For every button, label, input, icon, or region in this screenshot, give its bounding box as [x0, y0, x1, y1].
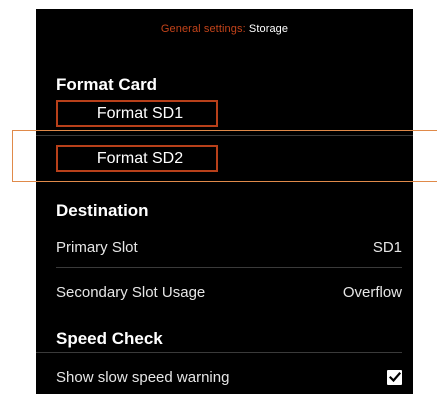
format-sd2-button[interactable]: Format SD2	[56, 145, 218, 172]
divider	[36, 135, 413, 136]
format-sd1-button[interactable]: Format SD1	[56, 100, 218, 127]
secondary-slot-usage-row[interactable]: Secondary Slot Usage Overflow	[56, 282, 402, 302]
slow-speed-warning-checkbox[interactable]	[387, 369, 402, 385]
secondary-slot-usage-value: Overflow	[342, 283, 402, 301]
breadcrumb: General settings: Storage	[36, 23, 413, 35]
primary-slot-value: SD1	[372, 238, 402, 256]
storage-settings-panel: General settings: Storage Format Card Fo…	[36, 9, 413, 394]
section-title-format-card: Format Card	[56, 75, 158, 94]
secondary-slot-usage-label: Secondary Slot Usage	[56, 283, 206, 301]
divider	[36, 352, 402, 353]
checkmark-icon	[388, 371, 401, 383]
slow-speed-warning-label: Show slow speed warning	[56, 368, 230, 386]
slow-speed-warning-row[interactable]: Show slow speed warning	[56, 367, 402, 387]
breadcrumb-section: General settings:	[160, 23, 246, 35]
section-title-speed-check: Speed Check	[56, 329, 163, 348]
primary-slot-row[interactable]: Primary Slot SD1	[56, 237, 402, 257]
divider	[56, 267, 402, 268]
breadcrumb-page: Storage	[248, 23, 289, 35]
primary-slot-label: Primary Slot	[56, 238, 138, 256]
section-title-destination: Destination	[56, 201, 149, 220]
